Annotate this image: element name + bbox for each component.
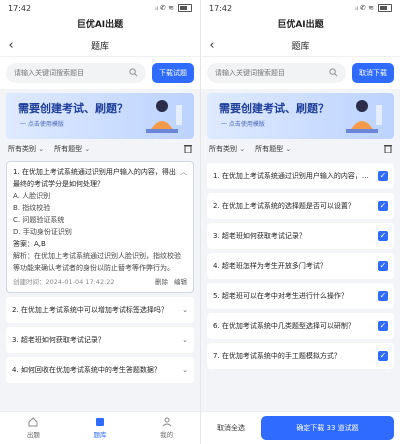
option-a: A. 人脸识别 [13,192,51,200]
list-item[interactable]: 2. 在优加上考试系统中可以增加考试标签选择吗？ ⌄ [6,297,194,323]
back-icon[interactable]: ‹ [201,38,223,53]
signal-icon: ᵢₗ ✆ ≋ [155,4,174,12]
home-icon [28,417,38,427]
download-questions-button[interactable]: 下载试题 [152,63,194,83]
chevron-down-icon: ⌄ [84,145,91,153]
option-d: D. 手动身份证识别 [13,228,72,236]
chevron-down-icon: ⌄ [38,145,45,153]
banner-subtitle: 一 点击使用模版 [221,121,265,128]
back-icon[interactable]: ‹ [0,38,22,53]
checkbox-checked-icon[interactable]: ✓ [378,261,388,271]
status-time: 17:42 [209,3,233,13]
bottom-action-bar: 取消全选 确定下载 33 道试题 [201,411,400,444]
analysis-text: 解析：在优加上考试系统通过识别人脸识别，指纹校验等功能来确认考试者的身份以防止替… [13,252,181,272]
banner[interactable]: 需要创建考试、刷题？ 一 点击使用模版 [207,93,394,139]
user-icon [162,417,172,427]
chevron-down-icon: ⌄ [182,336,188,344]
created-time: 创建时间：2024-01-04 17:42:22 [13,278,115,286]
search-icon[interactable] [129,67,138,79]
book-icon [96,418,104,426]
list-item[interactable]: 3. 超老班如何获取考试记录？ ⌄ [6,327,194,353]
tab-bar: 出题 题库 我的 [0,411,200,444]
chevron-down-icon: ⌄ [182,306,188,314]
left-screen: 17:42 ᵢₗ ✆ ≋ 巨优AI出题 ‹ 题库 下载试题 需要创建考试、刷题？… [0,0,200,444]
list-item[interactable]: 4. 如何回收在优加考试系统中的考生答题数据？ ⌄ [6,357,194,383]
banner-title: 需要创建考试、刷题？ [18,102,128,115]
trash-icon[interactable] [384,144,392,155]
option-c: C. 问题验证系统 [13,216,65,224]
status-bar: 17:42 ᵢₗ ✆ ≋ [201,0,400,16]
list-item[interactable]: 6. 在优加考试系统中几类题型选择可以研制？ ✓ [207,313,394,339]
right-screen: 17:42 ᵢₗ ✆ ≋ 巨优AI出题 ‹ 题库 取消下载 需要创建考试、刷题？… [200,0,400,444]
chevron-up-icon[interactable]: ︿ [180,166,187,190]
page-title: 题库 [90,41,109,52]
tab-bank[interactable]: 题库 [67,412,134,444]
checkbox-checked-icon[interactable]: ✓ [378,201,388,211]
banner[interactable]: 需要创建考试、刷题？ 一 点击使用模版 [6,93,194,139]
list-item[interactable]: 4. 超老班怎样为考生开放多门考试？ ✓ [207,253,394,279]
list-item[interactable]: 3. 超老班如何获取考试记录？ ✓ [207,223,394,249]
app-title: 巨优AI出题 [201,16,400,34]
checkbox-checked-icon[interactable]: ✓ [378,291,388,301]
checkbox-checked-icon[interactable]: ✓ [378,171,388,181]
question-text: 1. 在优加上考试系统通过识别用户输入的内容，得出最终的考试学分是如何处理？ [13,168,176,188]
checkbox-checked-icon[interactable]: ✓ [378,231,388,241]
edit-button[interactable]: 编辑 [174,276,187,288]
app-title: 巨优AI出题 [0,16,200,34]
trash-icon[interactable] [184,144,192,155]
status-time: 17:42 [8,3,32,13]
banner-subtitle: 一 点击使用模版 [20,121,64,128]
chevron-down-icon: ⌄ [285,145,292,153]
chevron-down-icon: ⌄ [239,145,246,153]
expanded-question-card[interactable]: 1. 在优加上考试系统通过识别用户输入的内容，得出最终的考试学分是如何处理？ ︿… [6,161,194,293]
list-item[interactable]: 5. 超老班可以在考中对考生进行什么操作？ ✓ [207,283,394,309]
status-bar: 17:42 ᵢₗ ✆ ≋ [0,0,200,16]
nav-bar: ‹ 题库 [0,34,200,57]
cancel-download-button[interactable]: 取消下载 [352,63,394,83]
banner-title: 需要创建考试、刷题？ [219,102,329,115]
confirm-download-button[interactable]: 确定下载 33 道试题 [261,416,394,440]
checkbox-checked-icon[interactable]: ✓ [378,321,388,331]
search-icon[interactable] [329,67,338,79]
type-filter[interactable]: 所有题型 ⌄ [54,144,90,154]
nav-bar: ‹ 题库 [201,34,400,57]
category-filter[interactable]: 所有类别 ⌄ [209,144,245,154]
banner-person-illustration [346,100,382,133]
list-item[interactable]: 2. 在优加上考试系统的选择题是否可以设置？ ✓ [207,193,394,219]
list-item[interactable]: 7. 在优加考试系统中的手工题模拟方式？ ✓ [207,343,394,369]
option-b: B. 指纹校验 [13,204,51,212]
signal-icon: ᵢₗ ✆ ≋ [355,4,374,12]
search-box[interactable] [207,63,346,83]
battery-icon [178,4,192,12]
search-input[interactable] [14,69,104,77]
search-input[interactable] [215,69,305,77]
delete-button[interactable]: 删除 [155,276,168,288]
tab-create[interactable]: 出题 [0,412,67,444]
tab-me[interactable]: 我的 [133,412,200,444]
chevron-down-icon: ⌄ [182,366,188,374]
page-title: 题库 [291,41,310,52]
banner-person-illustration [146,100,182,133]
category-filter[interactable]: 所有类别 ⌄ [8,144,44,154]
battery-icon [378,4,392,12]
list-item[interactable]: 1. 在优加上考试系统通过识别用户输入的内容，得出最终考试学分吗？✓ [207,163,394,189]
checkbox-checked-icon[interactable]: ✓ [378,351,388,361]
answer-text: 答案：A,B [13,240,46,248]
type-filter[interactable]: 所有题型 ⌄ [255,144,291,154]
cancel-select-all-button[interactable]: 取消全选 [201,423,261,433]
search-box[interactable] [6,63,146,83]
